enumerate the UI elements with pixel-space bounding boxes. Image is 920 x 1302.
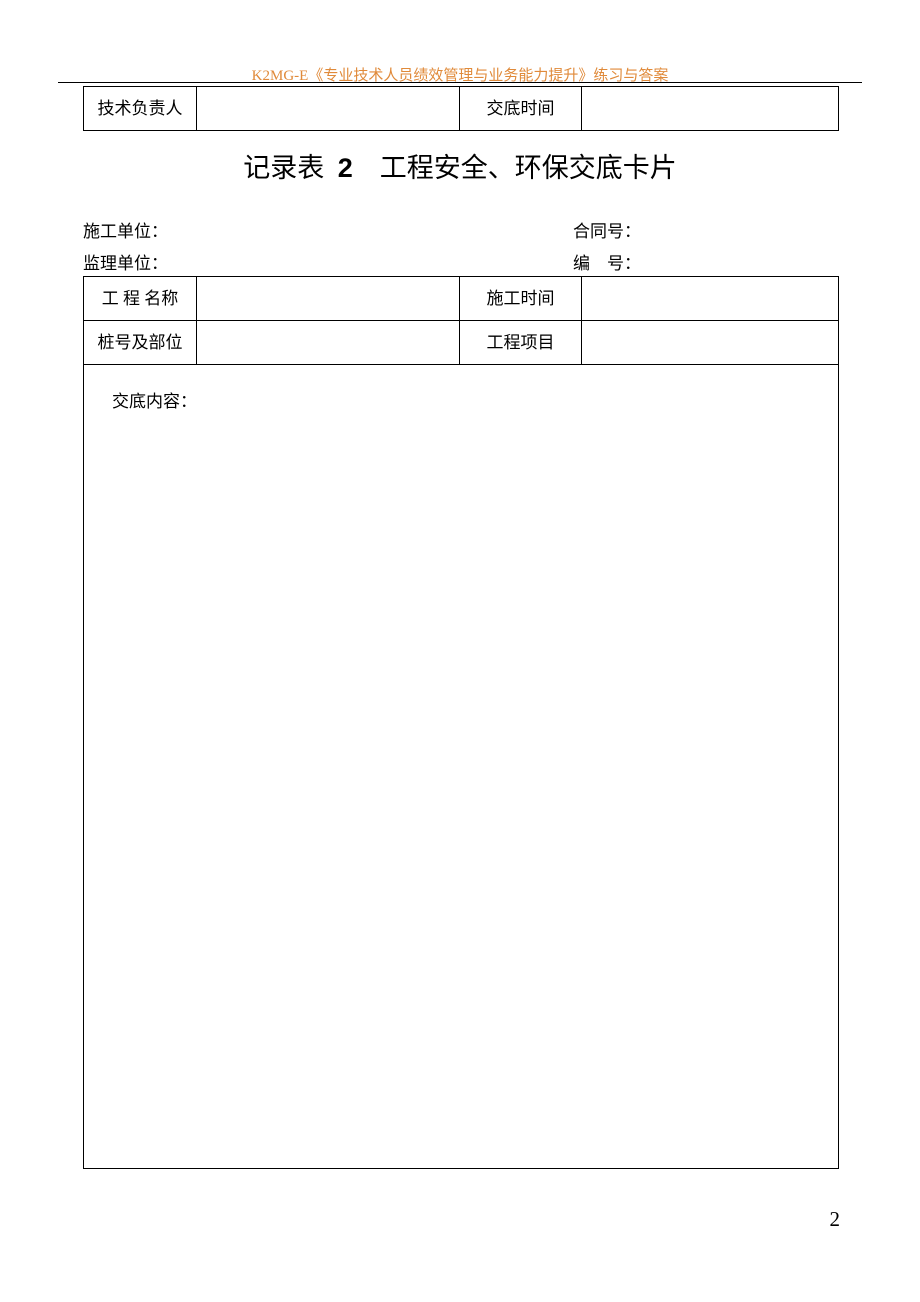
contract-number-label: 合同号： bbox=[573, 216, 641, 248]
project-item-label: 工程项目 bbox=[460, 321, 582, 365]
pile-location-label: 桩号及部位 bbox=[84, 321, 197, 365]
table-row: 交底内容： bbox=[84, 365, 839, 1169]
pile-location-value bbox=[197, 321, 460, 365]
construction-time-value bbox=[582, 277, 839, 321]
construction-time-label: 施工时间 bbox=[460, 277, 582, 321]
top-cell-tech-lead: 技术负责人 bbox=[84, 87, 197, 131]
title-number: 2 bbox=[338, 153, 353, 183]
header-rule bbox=[58, 82, 862, 83]
disclosure-content-cell: 交底内容： bbox=[84, 365, 839, 1169]
project-item-value bbox=[582, 321, 839, 365]
top-cell-disclosure-time: 交底时间 bbox=[460, 87, 582, 131]
main-table: 工 程 名称 施工时间 桩号及部位 工程项目 交底内容： bbox=[83, 276, 839, 1169]
table-row: 工 程 名称 施工时间 bbox=[84, 277, 839, 321]
meta-block: 施工单位： 合同号： 监理单位： 编 号： bbox=[83, 216, 839, 281]
meta-row-1: 施工单位： 合同号： bbox=[83, 216, 839, 248]
top-table: 技术负责人 交底时间 bbox=[83, 86, 839, 131]
top-cell-tech-lead-value bbox=[197, 87, 460, 131]
project-name-value bbox=[197, 277, 460, 321]
project-name-label: 工 程 名称 bbox=[84, 277, 197, 321]
document-title: 记录表 2 工程安全、环保交底卡片 bbox=[0, 146, 920, 185]
page-number: 2 bbox=[830, 1207, 841, 1232]
construction-unit-label: 施工单位： bbox=[83, 216, 573, 248]
title-prefix: 记录表 bbox=[243, 153, 324, 183]
title-suffix: 工程安全、环保交底卡片 bbox=[380, 153, 677, 183]
disclosure-content-label: 交底内容： bbox=[112, 392, 197, 411]
table-row: 桩号及部位 工程项目 bbox=[84, 321, 839, 365]
top-cell-disclosure-time-value bbox=[582, 87, 839, 131]
